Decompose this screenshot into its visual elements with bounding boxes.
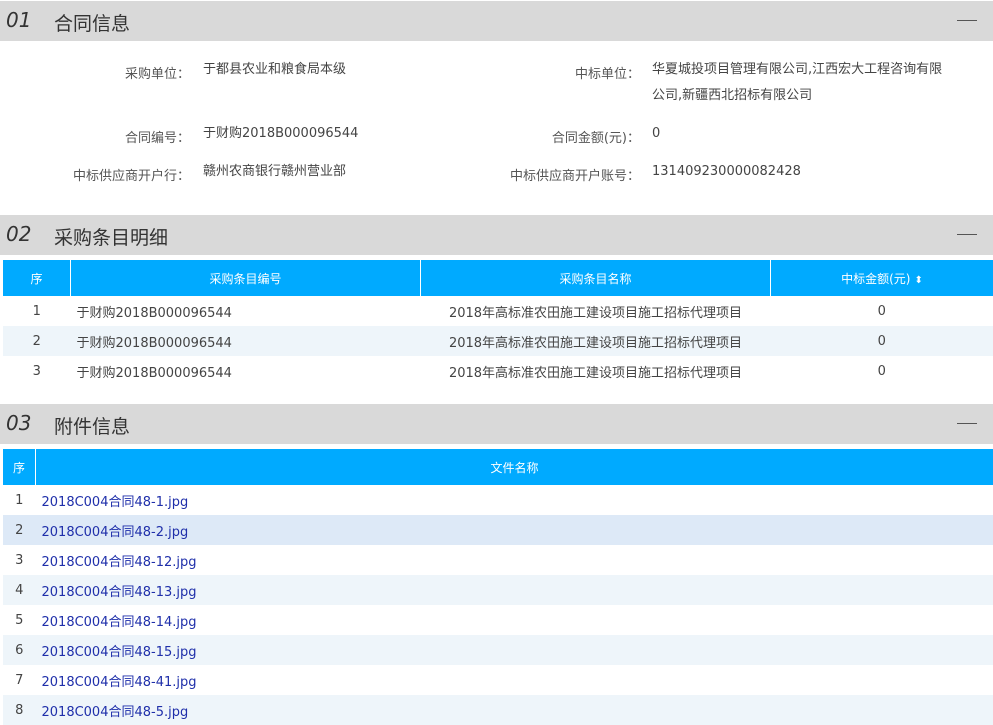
winner-value-line2: 公司,新疆西北招标有限公司: [652, 88, 813, 103]
list-item: 7 2018C004合同48-41.jpg: [3, 665, 993, 695]
account-value: 131409230000082428: [652, 164, 801, 179]
table-row: 2 于财购2018B000096544 2018年高标准农田施工建设项目施工招标…: [3, 326, 993, 356]
contract-no-label: 合同编号：: [124, 131, 190, 146]
list-item: 8 2018C004合同48-5.jpg: [3, 695, 993, 725]
amount-label: 合同金额(元)：: [551, 131, 640, 146]
table-header-row: 序 采购条目编号 采购条目名称 中标金额(元) ⬍: [3, 260, 993, 296]
col-header-amount[interactable]: 中标金额(元) ⬍: [770, 260, 993, 296]
section-header-purchase-items: 02 采购条目明细: [0, 215, 993, 255]
bank-label: 中标供应商开户行：: [72, 169, 190, 184]
col-header-amount-label: 中标金额(元): [841, 271, 911, 286]
table-header-row: 序 文件名称: [3, 449, 993, 485]
minus-icon[interactable]: [957, 234, 977, 235]
amount-value: 0: [652, 126, 661, 141]
list-item: 2 2018C004合同48-2.jpg: [3, 515, 993, 545]
cell-code: 于财购2018B000096544: [76, 335, 232, 351]
file-index: 2: [15, 522, 24, 538]
cell-name: 2018年高标准农田施工建设项目施工招标代理项目: [448, 365, 743, 381]
file-link[interactable]: 2018C004合同48-41.jpg: [42, 675, 197, 690]
col-header-filename: 文件名称: [35, 449, 993, 485]
account-label: 中标供应商开户账号：: [509, 169, 640, 184]
list-item: 6 2018C004合同48-15.jpg: [3, 635, 993, 665]
section-header-contract-info: 01 合同信息: [0, 1, 993, 41]
list-item: 4 2018C004合同48-13.jpg: [3, 575, 993, 605]
cell-amount: 0: [877, 333, 886, 349]
cell-amount: 0: [877, 303, 886, 319]
cell-index: 2: [32, 333, 41, 349]
cell-name: 2018年高标准农田施工建设项目施工招标代理项目: [448, 335, 743, 351]
col-header-index: 序: [3, 449, 36, 485]
buyer-label: 采购单位：: [124, 67, 190, 82]
cell-name: 2018年高标准农田施工建设项目施工招标代理项目: [448, 305, 743, 321]
file-link[interactable]: 2018C004合同48-12.jpg: [42, 555, 197, 570]
file-link[interactable]: 2018C004合同48-5.jpg: [42, 705, 189, 720]
file-link[interactable]: 2018C004合同48-14.jpg: [42, 615, 197, 630]
section-number: 01: [6, 8, 32, 32]
section-header-attachments: 03 附件信息: [0, 404, 993, 444]
winner-value-line1: 华夏城投项目管理有限公司,江西宏大工程咨询有限: [652, 62, 943, 77]
file-index: 4: [15, 582, 24, 598]
winner-label: 中标单位：: [574, 67, 640, 82]
section-number: 02: [6, 222, 32, 246]
section-title: 采购条目明细: [54, 227, 169, 249]
table-row: 3 于财购2018B000096544 2018年高标准农田施工建设项目施工招标…: [3, 356, 993, 386]
attachments-table: 序 文件名称 1 2018C004合同48-1.jpg 2 2018C004合同…: [3, 449, 993, 725]
minus-icon[interactable]: [957, 20, 977, 21]
section-number: 03: [6, 411, 32, 435]
file-link[interactable]: 2018C004合同48-1.jpg: [42, 495, 189, 510]
purchase-items-table: 序 采购条目编号 采购条目名称 中标金额(元) ⬍ 1 于财购2018B00009…: [3, 260, 993, 386]
cell-code: 于财购2018B000096544: [76, 365, 232, 381]
bank-value: 赣州农商银行赣州营业部: [203, 164, 347, 179]
file-index: 1: [15, 492, 24, 508]
file-link[interactable]: 2018C004合同48-13.jpg: [42, 585, 197, 600]
file-index: 5: [15, 612, 24, 628]
sort-icon[interactable]: ⬍: [914, 275, 922, 286]
section-title: 附件信息: [54, 416, 131, 438]
col-header-name: 采购条目名称: [420, 260, 771, 296]
cell-index: 3: [32, 363, 41, 379]
col-header-index: 序: [3, 260, 71, 296]
file-index: 7: [15, 672, 24, 688]
cell-index: 1: [32, 303, 41, 319]
file-index: 6: [15, 642, 24, 658]
winner-value: 华夏城投项目管理有限公司,江西宏大工程咨询有限 公司,新疆西北招标有限公司: [652, 57, 952, 109]
col-header-code: 采购条目编号: [70, 260, 421, 296]
file-link[interactable]: 2018C004合同48-15.jpg: [42, 645, 197, 660]
buyer-value: 于都县农业和粮食局本级: [203, 62, 347, 77]
list-item: 3 2018C004合同48-12.jpg: [3, 545, 993, 575]
file-index: 3: [15, 552, 24, 568]
cell-code: 于财购2018B000096544: [76, 305, 232, 321]
file-link[interactable]: 2018C004合同48-2.jpg: [42, 525, 189, 540]
file-index: 8: [15, 702, 24, 718]
cell-amount: 0: [877, 363, 886, 379]
list-item: 1 2018C004合同48-1.jpg: [3, 485, 993, 515]
minus-icon[interactable]: [957, 423, 977, 424]
contract-no-value: 于财购2018B000096544: [203, 126, 359, 141]
table-row: 1 于财购2018B000096544 2018年高标准农田施工建设项目施工招标…: [3, 296, 993, 326]
list-item: 5 2018C004合同48-14.jpg: [3, 605, 993, 635]
section-title: 合同信息: [54, 13, 131, 35]
